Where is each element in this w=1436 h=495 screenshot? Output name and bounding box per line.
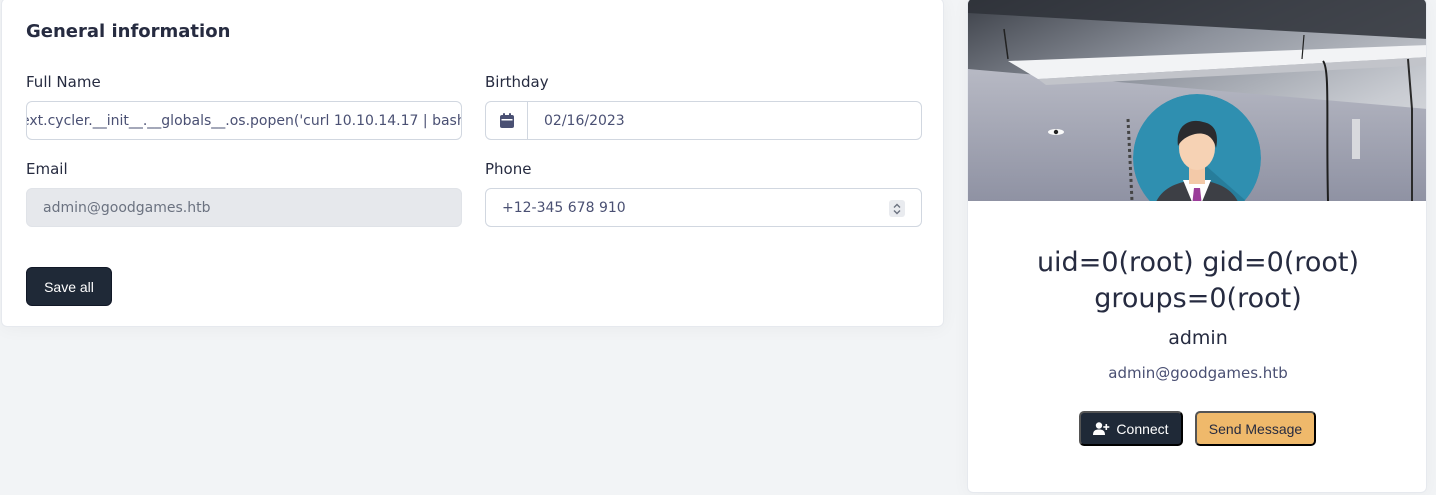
cover-image bbox=[968, 0, 1426, 201]
birthday-label: Birthday bbox=[485, 73, 549, 91]
birthday-input[interactable]: 02/16/2023 bbox=[485, 101, 922, 140]
phone-input[interactable]: +12-345 678 910 bbox=[485, 188, 922, 227]
page: General information Full Name ext.cycler… bbox=[0, 0, 1436, 495]
calendar-addon bbox=[486, 102, 528, 139]
profile-name-line1: uid=0(root) gid=0(root) bbox=[1036, 247, 1360, 278]
email-field: admin@goodgames.htb bbox=[26, 188, 462, 227]
profile-email: admin@goodgames.htb bbox=[1108, 364, 1288, 382]
connect-label: Connect bbox=[1116, 420, 1169, 437]
general-information-card: General information Full Name ext.cycler… bbox=[1, 0, 944, 327]
full-name-value: ext.cycler.__init__.__globals__.os.popen… bbox=[26, 112, 462, 129]
calendar-icon bbox=[499, 113, 514, 128]
number-spinner-icon[interactable] bbox=[889, 200, 905, 217]
send-message-button[interactable]: Send Message bbox=[1195, 411, 1316, 446]
birthday-value: 02/16/2023 bbox=[544, 112, 625, 129]
phone-label: Phone bbox=[485, 160, 532, 178]
email-label: Email bbox=[26, 160, 68, 178]
phone-value: +12-345 678 910 bbox=[502, 199, 626, 216]
save-all-button[interactable]: Save all bbox=[26, 267, 112, 306]
profile-card: uid=0(root) gid=0(root) groups=0(root) a… bbox=[967, 0, 1427, 493]
profile-username: admin bbox=[1168, 327, 1228, 349]
user-plus-icon bbox=[1093, 422, 1110, 435]
profile-name-line2: groups=0(root) bbox=[1094, 283, 1302, 314]
full-name-label: Full Name bbox=[26, 73, 101, 91]
full-name-input[interactable]: ext.cycler.__init__.__globals__.os.popen… bbox=[26, 101, 462, 140]
card-title: General information bbox=[26, 21, 231, 42]
profile-name: uid=0(root) gid=0(root) groups=0(root) bbox=[968, 245, 1426, 317]
email-value: admin@goodgames.htb bbox=[43, 199, 211, 216]
connect-button[interactable]: Connect bbox=[1079, 411, 1183, 446]
